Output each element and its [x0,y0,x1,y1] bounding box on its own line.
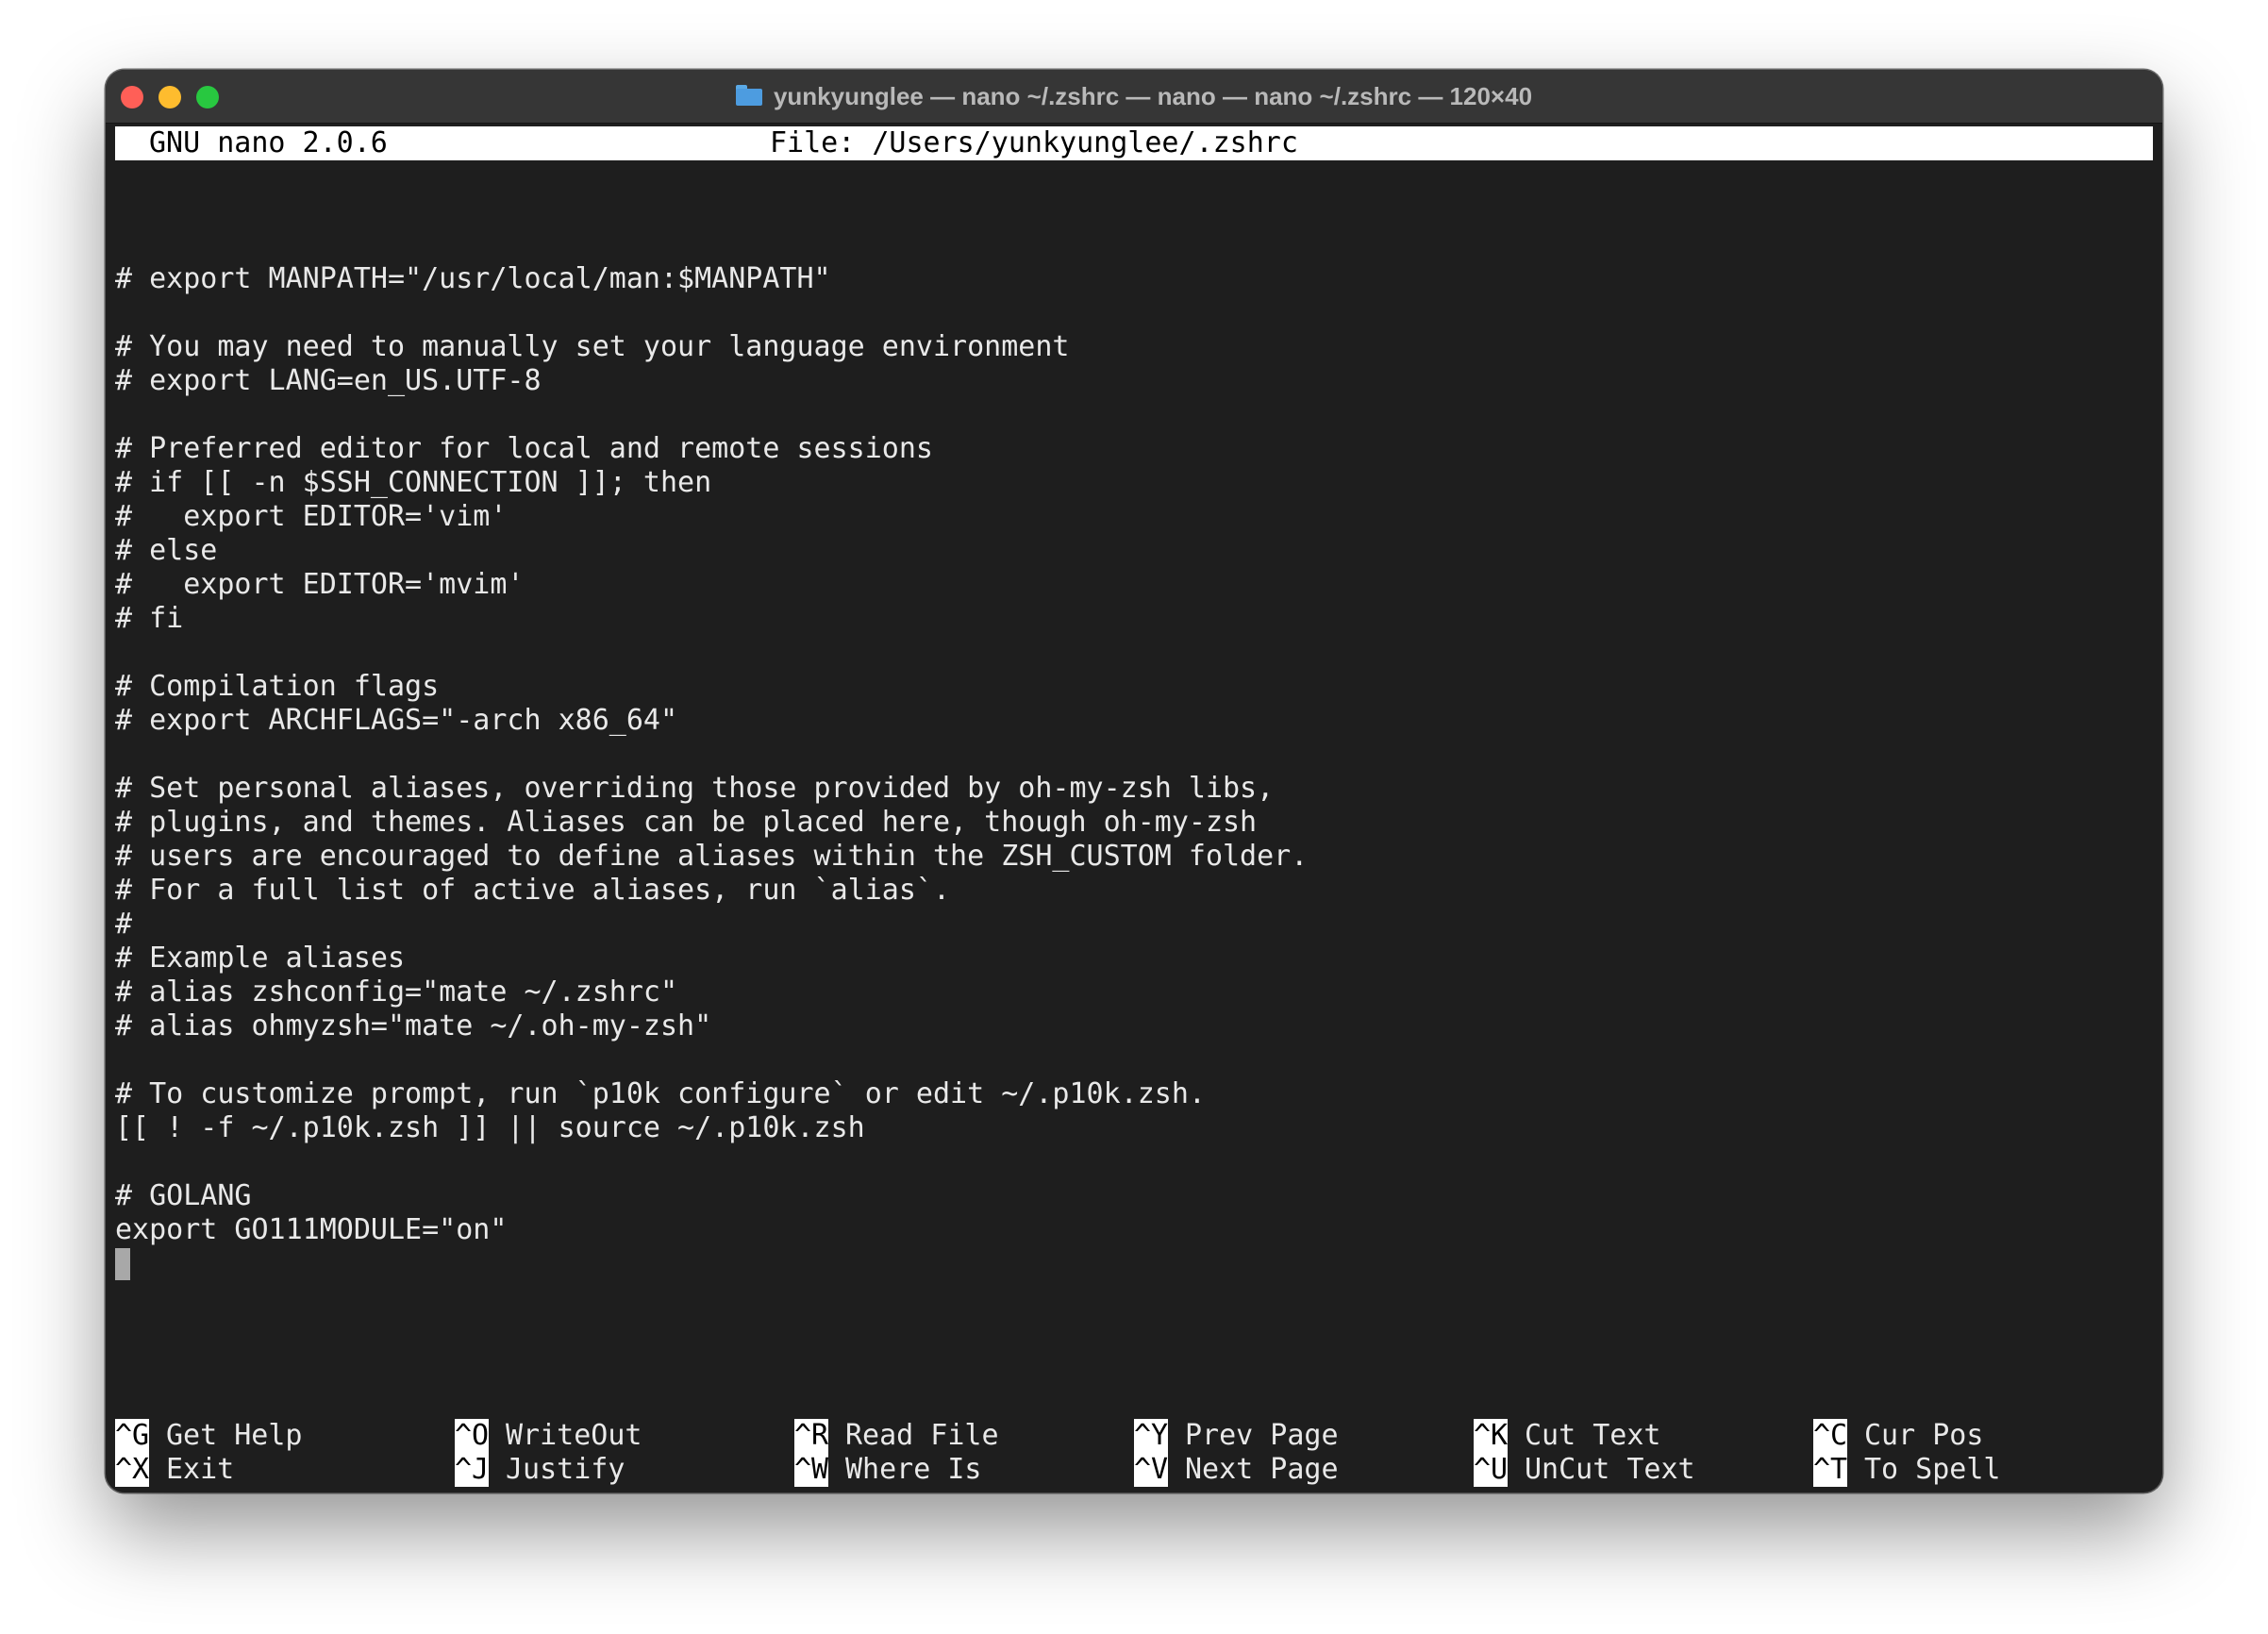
editor-line: # Example aliases [115,942,406,975]
editor-line: # Preferred editor for local and remote … [115,432,933,465]
editor-line: # export LANG=en_US.UTF-8 [115,364,542,397]
editor-line: export GO111MODULE="on" [115,1213,508,1246]
shortcut-key: ^X [115,1453,150,1487]
folder-icon [735,85,762,106]
shortcut-item[interactable]: ^J Justify [455,1453,775,1487]
editor-line: # alias zshconfig="mate ~/.zshrc" [115,975,678,1009]
nano-header-bar: GNU nano 2.0.6 File: /Users/yunkyunglee/… [115,126,2153,160]
shortcut-column: ^K Cut Text ^U UnCut Text [1474,1419,1794,1487]
shortcut-label: UnCut Text [1525,1453,1695,1486]
nano-version: GNU nano 2.0.6 [149,126,388,159]
editor-cursor-line [115,1247,2153,1281]
shortcut-column: ^Y Prev Page ^V Next Page [1134,1419,1455,1487]
shortcut-key: ^R [794,1419,829,1453]
editor-line: # users are encouraged to define aliases… [115,840,1309,873]
editor-text-area[interactable]: # export MANPATH="/usr/local/man:$MANPAT… [115,194,2153,1281]
editor-line: # export MANPATH="/usr/local/man:$MANPAT… [115,262,831,295]
text-cursor [115,1248,130,1280]
shortcut-label: Prev Page [1185,1419,1339,1452]
shortcut-label: Cut Text [1525,1419,1661,1452]
shortcut-column: ^O WriteOut ^J Justify [455,1419,775,1487]
editor-line: # else [115,534,218,567]
editor-line: # You may need to manually set your lang… [115,330,1070,363]
shortcut-label: Cur Pos [1864,1419,1984,1452]
title-bar[interactable]: yunkyunglee — nano ~/.zshrc — nano — nan… [106,70,2162,124]
editor-line: # export ARCHFLAGS="-arch x86_64" [115,704,678,737]
shortcut-label: Where Is [845,1453,982,1486]
window-title: yunkyunglee — nano ~/.zshrc — nano — nan… [773,81,1533,110]
shortcut-item[interactable]: ^C Cur Pos [1813,1419,2134,1453]
editor-line: # fi [115,602,184,635]
shortcut-key: ^U [1474,1453,1509,1487]
shortcut-label: Exit [166,1453,235,1486]
nano-file-path: File: /Users/yunkyunglee/.zshrc [770,126,1298,159]
editor-line: # alias ohmyzsh="mate ~/.oh-my-zsh" [115,1009,712,1042]
shortcut-item[interactable]: ^X Exit [115,1453,436,1487]
shortcut-key: ^J [455,1453,490,1487]
shortcut-key: ^Y [1134,1419,1169,1453]
editor-line: # plugins, and themes. Aliases can be pl… [115,806,1258,839]
shortcut-item[interactable]: ^G Get Help [115,1419,436,1453]
shortcut-item[interactable]: ^T To Spell [1813,1453,2134,1487]
editor-line: # export EDITOR='vim' [115,500,508,533]
shortcut-item[interactable]: ^W Where Is [794,1453,1115,1487]
editor-line: # Compilation flags [115,670,440,703]
shortcut-item[interactable]: ^U UnCut Text [1474,1453,1794,1487]
shortcut-label: WriteOut [506,1419,642,1452]
shortcut-item[interactable]: ^K Cut Text [1474,1419,1794,1453]
shortcut-item[interactable]: ^V Next Page [1134,1453,1455,1487]
window-title-group: yunkyunglee — nano ~/.zshrc — nano — nan… [106,70,2162,123]
shortcut-key: ^C [1813,1419,1848,1453]
shortcut-column: ^R Read File ^W Where Is [794,1419,1115,1487]
shortcut-key: ^K [1474,1419,1509,1453]
shortcut-key: ^W [794,1453,829,1487]
editor-line: # if [[ -n $SSH_CONNECTION ]]; then [115,466,712,499]
editor-line: # Set personal aliases, overriding those… [115,772,1275,805]
editor-line: # [115,908,133,941]
shortcut-column: ^G Get Help ^X Exit [115,1419,436,1487]
shortcut-key: ^V [1134,1453,1169,1487]
terminal-window: yunkyunglee — nano ~/.zshrc — nano — nan… [106,70,2162,1492]
shortcut-bar: ^G Get Help ^X Exit ^O WriteOut ^J Justify ^R Rea… [115,1419,2153,1487]
editor-line: # For a full list of active aliases, run… [115,874,951,907]
editor-line: # To customize prompt, run `p10k configu… [115,1077,1206,1110]
shortcut-label: Justify [506,1453,625,1486]
shortcut-key: ^G [115,1419,150,1453]
shortcut-label: Get Help [166,1419,303,1452]
shortcut-column: ^C Cur Pos ^T To Spell [1813,1419,2134,1487]
editor-line: # export EDITOR='mvim' [115,568,525,601]
shortcut-item[interactable]: ^R Read File [794,1419,1115,1453]
shortcut-item[interactable]: ^O WriteOut [455,1419,775,1453]
editor-line: [[ ! -f ~/.p10k.zsh ]] || source ~/.p10k… [115,1111,865,1144]
shortcut-label: Next Page [1185,1453,1339,1486]
editor-line: # GOLANG [115,1179,252,1212]
shortcut-label: To Spell [1864,1453,2001,1486]
shortcut-label: Read File [845,1419,999,1452]
shortcut-key: ^T [1813,1453,1848,1487]
shortcut-item[interactable]: ^Y Prev Page [1134,1419,1455,1453]
shortcut-key: ^O [455,1419,490,1453]
